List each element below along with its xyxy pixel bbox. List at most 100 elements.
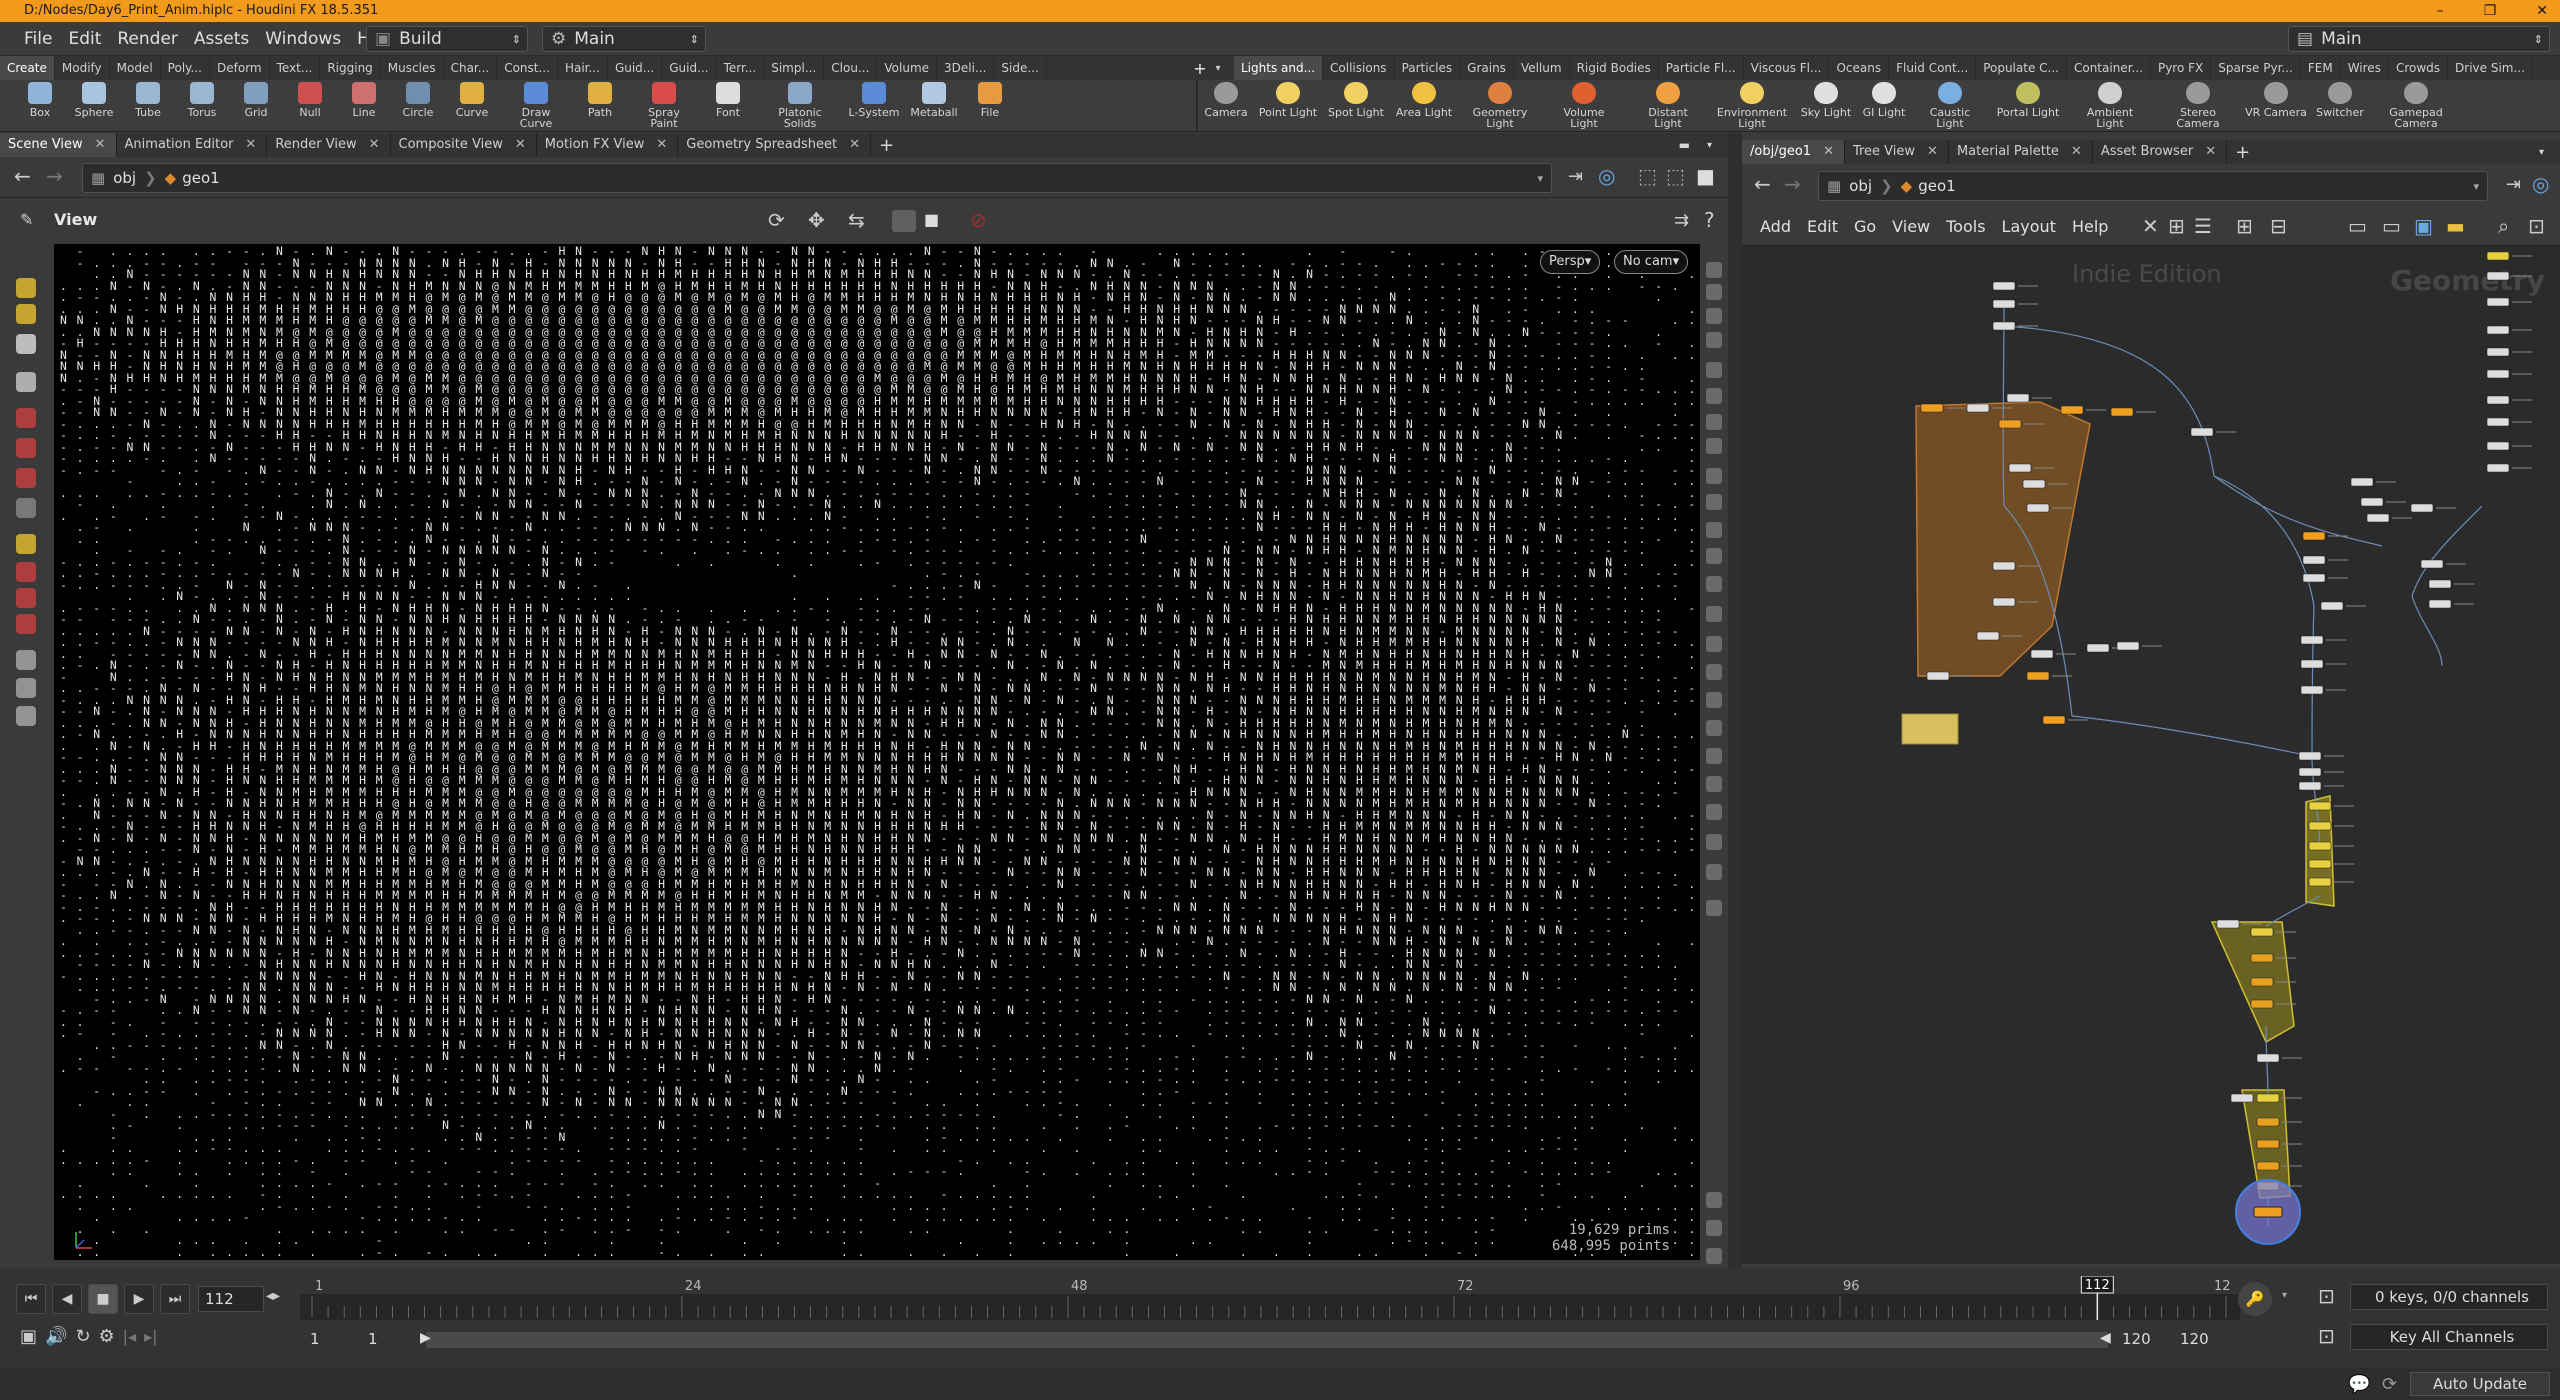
record-icon[interactable]: ⊘ — [970, 208, 987, 232]
shelf-tool-stereo-camera[interactable]: Stereo Camera — [2166, 82, 2230, 129]
shelf-menu-icon[interactable]: ▾ — [1210, 63, 1226, 74]
lights-icon[interactable] — [1706, 438, 1722, 454]
graph-node[interactable] — [2256, 1117, 2280, 1127]
paint-icon[interactable] — [1706, 664, 1722, 680]
close-icon[interactable]: ✕ — [2071, 144, 2082, 159]
wrench-icon[interactable]: ✕ — [2142, 214, 2159, 238]
shelf-tool-grid[interactable]: Grid — [228, 82, 284, 118]
shelf-tab[interactable]: Populate C... — [1976, 56, 2067, 80]
scale-tool-icon[interactable] — [16, 468, 36, 488]
menu-add[interactable]: Add — [1752, 217, 1799, 236]
graph-node[interactable] — [1976, 631, 2000, 641]
move-tool-icon[interactable] — [16, 408, 36, 428]
back-arrow-icon[interactable]: ← — [14, 164, 31, 188]
snap-grid-icon[interactable] — [1706, 804, 1722, 820]
magnet-icon[interactable] — [16, 588, 36, 608]
graph-node[interactable] — [2300, 685, 2324, 695]
safe-area-icon[interactable]: ■ — [924, 210, 939, 229]
graph-node[interactable] — [2420, 559, 2444, 569]
shelf-tab[interactable]: Wires — [2341, 56, 2389, 80]
back-arrow-icon[interactable]: ← — [1754, 172, 1771, 196]
close-icon[interactable]: ✕ — [95, 137, 106, 152]
shelf-tab[interactable]: Container... — [2067, 56, 2151, 80]
graph-node[interactable] — [2256, 1139, 2280, 1149]
pane-menu-icon[interactable]: ▾ — [1707, 140, 1712, 151]
curve-tool-icon[interactable] — [1706, 720, 1722, 736]
shelf-tool-camera[interactable]: Camera — [1194, 82, 1258, 118]
shelf-tool-null[interactable]: Null — [282, 82, 338, 118]
ghost-icon[interactable] — [1706, 284, 1722, 300]
close-icon[interactable]: ✕ — [2536, 0, 2548, 22]
menu-go[interactable]: Go — [1846, 217, 1884, 236]
graph-node[interactable] — [2300, 659, 2324, 669]
shelf-tool-ambient-light[interactable]: Ambient Light — [2078, 82, 2142, 129]
graph-node[interactable] — [2250, 953, 2274, 963]
pane-divider[interactable] — [1728, 133, 1742, 1268]
shelf-tab[interactable]: Side... — [994, 56, 1047, 80]
shelf-tab[interactable]: Crowds — [2389, 56, 2449, 80]
select-tool-icon[interactable] — [16, 334, 36, 354]
shelf-tab[interactable]: Particles — [1395, 56, 1461, 80]
shelf-tab[interactable]: Modify — [55, 56, 110, 80]
zoom-view-icon[interactable]: ⇆ — [848, 208, 865, 232]
view-menu-icon[interactable]: ✎ — [20, 210, 33, 229]
chevron-down-icon[interactable]: ▾ — [1537, 172, 1543, 185]
cone-icon[interactable] — [16, 534, 36, 554]
brush-icon[interactable] — [16, 614, 36, 634]
tab-geometry-spreadsheet[interactable]: Geometry Spreadsheet ✕ — [678, 133, 872, 157]
chevron-down-icon[interactable]: ▾ — [2473, 180, 2479, 193]
graph-node[interactable] — [2216, 919, 2240, 929]
graph-node[interactable] — [2486, 271, 2510, 281]
layout-icon[interactable] — [1706, 1220, 1722, 1236]
display-options-icon[interactable]: ⬚ — [1638, 164, 1657, 188]
edit-icon[interactable] — [1706, 606, 1722, 622]
shelf-tab[interactable]: Lights and... — [1234, 56, 1324, 80]
add-tab-icon[interactable]: + — [2235, 142, 2250, 163]
shelf-tool-gi-light[interactable]: GI Light — [1852, 82, 1916, 118]
shelf-tool-area-light[interactable]: Area Light — [1392, 82, 1456, 118]
graph-node[interactable] — [2298, 781, 2322, 791]
close-icon[interactable]: ✕ — [656, 137, 667, 152]
render-region-icon[interactable] — [16, 706, 36, 726]
graph-node[interactable] — [2308, 801, 2332, 811]
step-back-icon[interactable]: ◀ — [52, 1284, 82, 1314]
shelf-tool-box[interactable]: Box — [12, 82, 68, 118]
dot-icon[interactable]: ▬ — [2446, 214, 2465, 238]
update-mode-select[interactable]: Auto Update — [2410, 1372, 2550, 1396]
graph-node[interactable] — [2302, 555, 2326, 565]
menu-render[interactable]: Render — [109, 29, 186, 49]
graph-node[interactable] — [2022, 479, 2046, 489]
normal-icon[interactable] — [1706, 576, 1722, 592]
shelf-tab[interactable]: Muscles — [381, 56, 444, 80]
shelf-tab[interactable]: Poly... — [161, 56, 210, 80]
graph-node[interactable] — [2250, 927, 2274, 937]
audio-icon[interactable]: 🔊 — [45, 1326, 67, 1347]
graph-node[interactable] — [2308, 841, 2332, 851]
tree-icon[interactable]: ⊞ — [2168, 214, 2185, 238]
tab-composite-view[interactable]: Composite View ✕ — [391, 133, 537, 157]
loop-icon[interactable]: ↻ — [75, 1326, 90, 1347]
menu-file[interactable]: File — [16, 29, 60, 49]
graph-node[interactable] — [2042, 715, 2066, 725]
graph-node[interactable] — [2360, 497, 2384, 507]
graph-node[interactable] — [2410, 503, 2434, 513]
key-mode-select[interactable]: Key All Channels — [2350, 1324, 2548, 1350]
rotate-view-icon[interactable]: ⟳ — [768, 208, 785, 232]
graph-node[interactable] — [2308, 821, 2332, 831]
close-view-icon[interactable] — [1706, 332, 1722, 348]
shelf-tab[interactable]: Deform — [210, 56, 270, 80]
sticky-note-icon[interactable]: ▭ — [2348, 214, 2367, 238]
node-graph[interactable] — [1742, 246, 2560, 1264]
menu-edit[interactable]: Edit — [1799, 217, 1846, 236]
point-icon[interactable] — [1706, 548, 1722, 564]
graph-node[interactable] — [1992, 281, 2016, 291]
tab-animation-editor[interactable]: Animation Editor ✕ — [117, 133, 268, 157]
network-box-icon[interactable]: ▭ — [2382, 214, 2401, 238]
maximize-icon[interactable]: ❐ — [2484, 0, 2497, 22]
shelf-tool-spray-paint[interactable]: Spray Paint — [636, 82, 692, 129]
close-icon[interactable]: ✕ — [515, 137, 526, 152]
prev-key-icon[interactable]: |◂ — [123, 1327, 136, 1346]
minimize-icon[interactable]: – — [2437, 0, 2444, 22]
shelf-tab[interactable]: Text... — [270, 56, 321, 80]
camera-menu[interactable]: No cam▾ — [1614, 250, 1689, 274]
